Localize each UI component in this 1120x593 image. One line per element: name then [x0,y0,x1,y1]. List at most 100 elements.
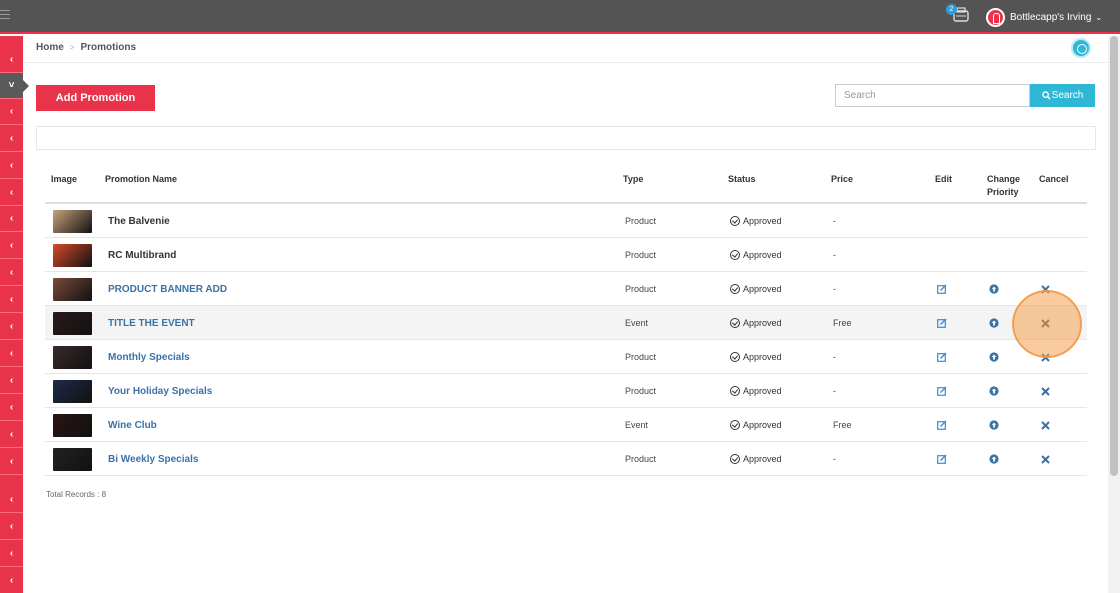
status-text: Approved [743,318,782,328]
check-circle-icon [730,284,740,294]
search-button[interactable]: Search [1030,84,1095,107]
sidebar-item[interactable]: ‹ [0,487,23,513]
sidebar-item[interactable]: ‹ [0,99,23,125]
sidebar-item[interactable]: ˅ [0,73,29,99]
sidebar-item[interactable]: ‹ [0,368,23,394]
cancel-button[interactable] [1041,408,1050,442]
notifications-button[interactable]: 2 [946,4,974,26]
change-priority-button[interactable] [989,272,999,306]
sidebar-item[interactable]: ‹ [0,541,23,567]
chevron-left-icon: ‹ [9,294,14,305]
name-cell[interactable]: Your Holiday Specials [108,374,212,408]
status-cell: Approved [730,442,782,476]
header-edit: Edit [935,174,952,184]
edit-button[interactable] [937,374,947,408]
status-badge: Approved [730,318,782,328]
promotion-name[interactable]: Wine Club [108,420,157,431]
image-cell [53,442,92,476]
sidebar-item[interactable]: ‹ [0,568,23,593]
price-cell: Free [833,420,852,430]
status-badge: Approved [730,216,782,226]
edit-icon [937,352,947,362]
sidebar-item[interactable]: ‹ [0,206,23,232]
name-cell[interactable]: PRODUCT BANNER ADD [108,272,227,306]
cancel-button[interactable] [1041,272,1050,306]
price-cell: - [833,284,836,294]
type-cell: Product [625,250,657,260]
sidebar-item[interactable]: ‹ [0,449,23,475]
add-promotion-button[interactable]: Add Promotion [36,85,155,111]
scrollbar-thumb[interactable] [1110,36,1118,476]
search-input[interactable] [835,84,1030,107]
sidebar-item[interactable]: ‹ [0,314,23,340]
name-cell[interactable]: Monthly Specials [108,340,190,374]
change-priority-button[interactable] [989,340,999,374]
top-bar: 2 Bottlecapp's Irving ⌄ [0,0,1120,34]
hamburger-menu-icon[interactable] [0,10,10,22]
help-icon[interactable] [1071,38,1091,58]
sidebar-item[interactable]: ‹ [0,422,23,448]
promotion-name[interactable]: TITLE THE EVENT [108,318,195,329]
change-priority-button[interactable] [989,306,999,340]
chevron-left-icon: ‹ [9,240,14,251]
cancel-button[interactable] [1041,306,1050,340]
name-cell[interactable]: Wine Club [108,408,157,442]
header-name: Promotion Name [105,174,178,184]
edit-button[interactable] [937,306,947,340]
edit-icon [937,420,947,430]
user-menu[interactable]: Bottlecapp's Irving ⌄ [986,7,1102,27]
promotion-name[interactable]: Monthly Specials [108,352,190,363]
search-icon [1041,91,1051,100]
edit-button[interactable] [937,408,947,442]
table-row: Your Holiday Specials Product Approved - [45,374,1087,408]
scrollbar[interactable] [1108,36,1120,593]
promotion-name[interactable]: PRODUCT BANNER ADD [108,284,227,295]
cancel-button[interactable] [1041,340,1050,374]
sidebar-item[interactable]: ‹ [0,260,23,286]
breadcrumb-separator-icon: > [69,43,75,52]
price-cell: - [833,386,836,396]
close-icon [1041,284,1050,294]
sidebar-item[interactable]: ‹ [0,287,23,313]
promotion-name[interactable]: Bi Weekly Specials [108,454,198,465]
name-cell[interactable]: TITLE THE EVENT [108,306,195,340]
close-icon [1041,352,1050,362]
edit-button[interactable] [937,272,947,306]
close-icon [1041,386,1050,396]
status-text: Approved [743,216,782,226]
chevron-left-icon: ‹ [9,106,14,117]
promotion-thumbnail [53,277,92,301]
status-text: Approved [743,386,782,396]
check-circle-icon [730,318,740,328]
sidebar-item[interactable]: ‹ [0,341,23,367]
name-cell[interactable]: Bi Weekly Specials [108,442,198,476]
chevron-left-icon: ‹ [9,267,14,278]
sidebar-item[interactable]: ‹ [0,126,23,152]
promotion-thumbnail [53,447,92,471]
total-records: Total Records : 8 [46,490,107,499]
change-priority-button[interactable] [989,442,999,476]
header-cancel: Cancel [1039,174,1069,184]
table-row: The Balvenie Product Approved - [45,204,1087,238]
image-cell [53,408,92,442]
sidebar-item[interactable]: ‹ [0,153,23,179]
sidebar-item[interactable]: ‹ [0,47,23,73]
change-priority-button[interactable] [989,408,999,442]
chevron-left-icon: ‹ [9,521,14,532]
promotion-name[interactable]: Your Holiday Specials [108,386,212,397]
breadcrumb-home[interactable]: Home [36,42,64,53]
type-cell: Event [625,420,649,430]
edit-button[interactable] [937,442,947,476]
sidebar-item[interactable]: ‹ [0,233,23,259]
type-cell: Product [625,216,657,226]
change-priority-button[interactable] [989,374,999,408]
sidebar-item[interactable]: ‹ [0,180,23,206]
sidebar-item[interactable]: ‹ [0,395,23,421]
sidebar-item[interactable]: ‹ [0,514,23,540]
cancel-button[interactable] [1041,442,1050,476]
edit-button[interactable] [937,340,947,374]
check-circle-icon [730,420,740,430]
cancel-button[interactable] [1041,374,1050,408]
sidebar-rail: ‹ ˅ ‹ ‹ ‹ ‹ ‹ ‹ ‹ ‹ ‹ ‹ ‹ ‹ ‹ ‹ ‹ ‹ ‹ ‹ [0,36,29,593]
arrow-up-circle-icon [989,352,999,362]
